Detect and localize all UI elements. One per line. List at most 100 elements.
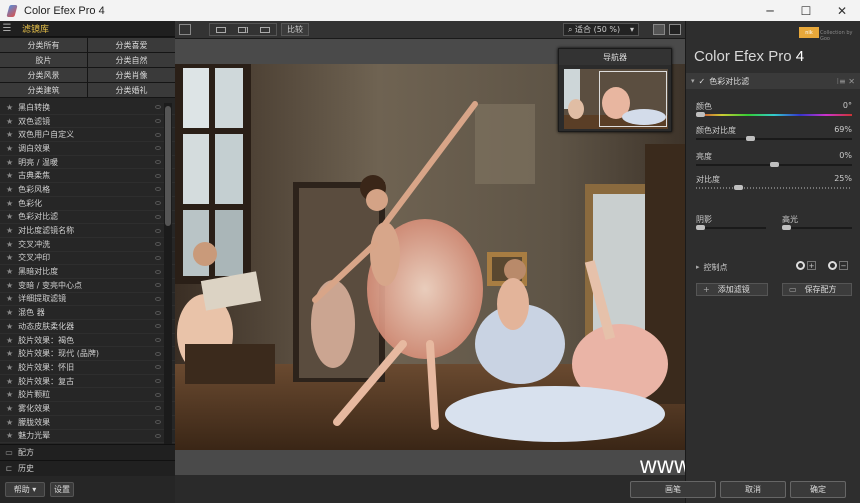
add-negative-control-point[interactable]: − (828, 261, 848, 270)
star-icon[interactable]: ★ (6, 117, 13, 126)
category-button[interactable]: 分类自然 (88, 53, 175, 67)
star-icon[interactable]: ★ (6, 240, 13, 249)
category-button[interactable]: 胶片 (0, 53, 87, 67)
compare-button[interactable]: 比较 (281, 23, 309, 36)
help-button[interactable]: 帮助 ▾ (5, 482, 45, 497)
filter-list-item[interactable]: ★ 色彩风格 (0, 183, 175, 197)
preview-eye-icon[interactable] (155, 269, 161, 274)
filter-menu-icons[interactable]: ⁝≡ ✕ (837, 77, 856, 86)
highlights-slider[interactable]: 高光 (782, 214, 852, 234)
category-button[interactable]: 分类婚礼 (88, 83, 175, 97)
filter-list-item[interactable]: ★ 魅力光晕 (0, 430, 175, 444)
save-recipe-button[interactable]: ▭ 保存配方 (782, 283, 852, 296)
filter-enabled-checkbox[interactable]: ✓ (699, 77, 706, 86)
slider-knob[interactable] (782, 225, 791, 230)
filter-list-item[interactable]: ★ 混色 器 (0, 306, 175, 320)
category-button[interactable]: 分类肖像 (88, 68, 175, 82)
filter-list-item[interactable]: ★ 双色用户自定义 (0, 128, 175, 143)
star-icon[interactable]: ★ (6, 144, 13, 153)
shadows-slider[interactable]: 阴影 (696, 214, 766, 234)
slider-knob[interactable] (734, 185, 743, 190)
panel-toggle-icon[interactable] (179, 24, 191, 35)
filter-list-item[interactable]: ★ 明亮 / 温暖 (0, 156, 175, 170)
filter-list-item[interactable]: ★ 胶片颗粒 (0, 388, 175, 403)
history-section[interactable]: ⊏ 历史 (0, 460, 175, 476)
background-color-icon[interactable] (653, 24, 665, 35)
filter-list-item[interactable]: ★ 动态皮肤柔化器 (0, 320, 175, 334)
star-icon[interactable]: ★ (6, 294, 13, 303)
star-icon[interactable]: ★ (6, 185, 13, 194)
preview-eye-icon[interactable] (155, 392, 161, 397)
category-button[interactable]: 分类所有 (0, 38, 87, 52)
star-icon[interactable]: ★ (6, 308, 13, 317)
preview-eye-icon[interactable] (155, 146, 161, 151)
single-view-button[interactable] (210, 24, 232, 35)
filter-list-item[interactable]: ★ 对比度滤镜名称 (0, 224, 175, 238)
preview-eye-icon[interactable] (155, 201, 161, 206)
preview-eye-icon[interactable] (155, 365, 161, 370)
scrollbar-thumb[interactable] (165, 106, 171, 226)
recipes-section[interactable]: ▭ 配方 (0, 444, 175, 460)
star-icon[interactable]: ★ (6, 390, 13, 399)
active-filter-header[interactable]: ▾ ✓ 色彩对比滤 ⁝≡ ✕ (686, 73, 860, 89)
star-icon[interactable]: ★ (6, 253, 13, 262)
filter-list-item[interactable]: ★ 交叉冲洗 (0, 238, 175, 252)
star-icon[interactable]: ★ (6, 322, 13, 331)
cancel-button[interactable]: 取消 (720, 481, 786, 498)
filter-list-item[interactable]: ★ 朦胧效果 (0, 416, 175, 430)
preview-eye-icon[interactable] (155, 160, 161, 165)
preview-eye-icon[interactable] (155, 338, 161, 343)
star-icon[interactable]: ★ (6, 377, 13, 386)
preview-eye-icon[interactable] (155, 214, 161, 219)
add-filter-button[interactable]: + 添加滤镜 (696, 283, 768, 296)
preview-eye-icon[interactable] (155, 242, 161, 247)
maximize-button[interactable]: ☐ (788, 0, 824, 21)
filter-list-scrollbar[interactable] (164, 103, 172, 461)
filter-list-item[interactable]: ★ 黑白转换 (0, 101, 175, 115)
category-button[interactable]: 分类风景 (0, 68, 87, 82)
slider-track[interactable] (696, 138, 852, 140)
filter-list-item[interactable]: ★ 胶片效果：怀旧 (0, 361, 175, 375)
brush-button[interactable]: 画笔 (630, 481, 716, 498)
brightness-slider[interactable]: 亮度 0% (696, 151, 852, 171)
slider-track[interactable] (696, 187, 852, 189)
slider-track[interactable] (696, 114, 852, 116)
star-icon[interactable]: ★ (6, 226, 13, 235)
slider-knob[interactable] (746, 136, 755, 141)
preview-eye-icon[interactable] (155, 324, 161, 329)
expand-arrow-icon[interactable]: ▸ (696, 263, 700, 271)
category-button[interactable]: 分类建筑 (0, 83, 87, 97)
close-button[interactable]: ✕ (824, 0, 860, 21)
filter-list-item[interactable]: ★ 详细提取滤镜 (0, 293, 175, 307)
filter-list-item[interactable]: ★ 雾化效果 (0, 402, 175, 416)
zoom-select[interactable]: ⌕ 适合 (50 %) ▾ (563, 23, 639, 36)
star-icon[interactable]: ★ (6, 130, 13, 139)
filter-list-item[interactable]: ★ 双色滤镜 (0, 115, 175, 129)
preview-eye-icon[interactable] (155, 173, 161, 178)
slider-knob[interactable] (696, 112, 705, 117)
settings-button[interactable]: 设置 (50, 482, 74, 497)
star-icon[interactable]: ★ (6, 158, 13, 167)
navigator-viewport-frame[interactable] (599, 71, 667, 127)
slider-track[interactable] (696, 227, 766, 229)
filter-list-item[interactable]: ★ 色彩对比滤 (0, 211, 175, 225)
filter-list-item[interactable]: ★ 胶片效果：褐色 (0, 334, 175, 348)
star-icon[interactable]: ★ (6, 267, 13, 276)
preview-eye-icon[interactable] (155, 119, 161, 124)
add-positive-control-point[interactable]: + (796, 261, 816, 270)
category-button[interactable]: 分类喜爱 (88, 38, 175, 52)
star-icon[interactable]: ★ (6, 349, 13, 358)
star-icon[interactable]: ★ (6, 431, 13, 440)
preview-eye-icon[interactable] (155, 351, 161, 356)
filter-list-item[interactable]: ★ 色彩化 (0, 197, 175, 211)
preview-eye-icon[interactable] (155, 310, 161, 315)
slider-track[interactable] (782, 227, 852, 229)
minimize-button[interactable]: ─ (752, 0, 788, 21)
star-icon[interactable]: ★ (6, 404, 13, 413)
filter-list-item[interactable]: ★ 胶片效果：复古 (0, 375, 175, 389)
star-icon[interactable]: ★ (6, 212, 13, 221)
preview-eye-icon[interactable] (155, 296, 161, 301)
star-icon[interactable]: ★ (6, 281, 13, 290)
filter-list-item[interactable]: ★ 交叉冲印 (0, 252, 175, 266)
preview-eye-icon[interactable] (155, 406, 161, 411)
